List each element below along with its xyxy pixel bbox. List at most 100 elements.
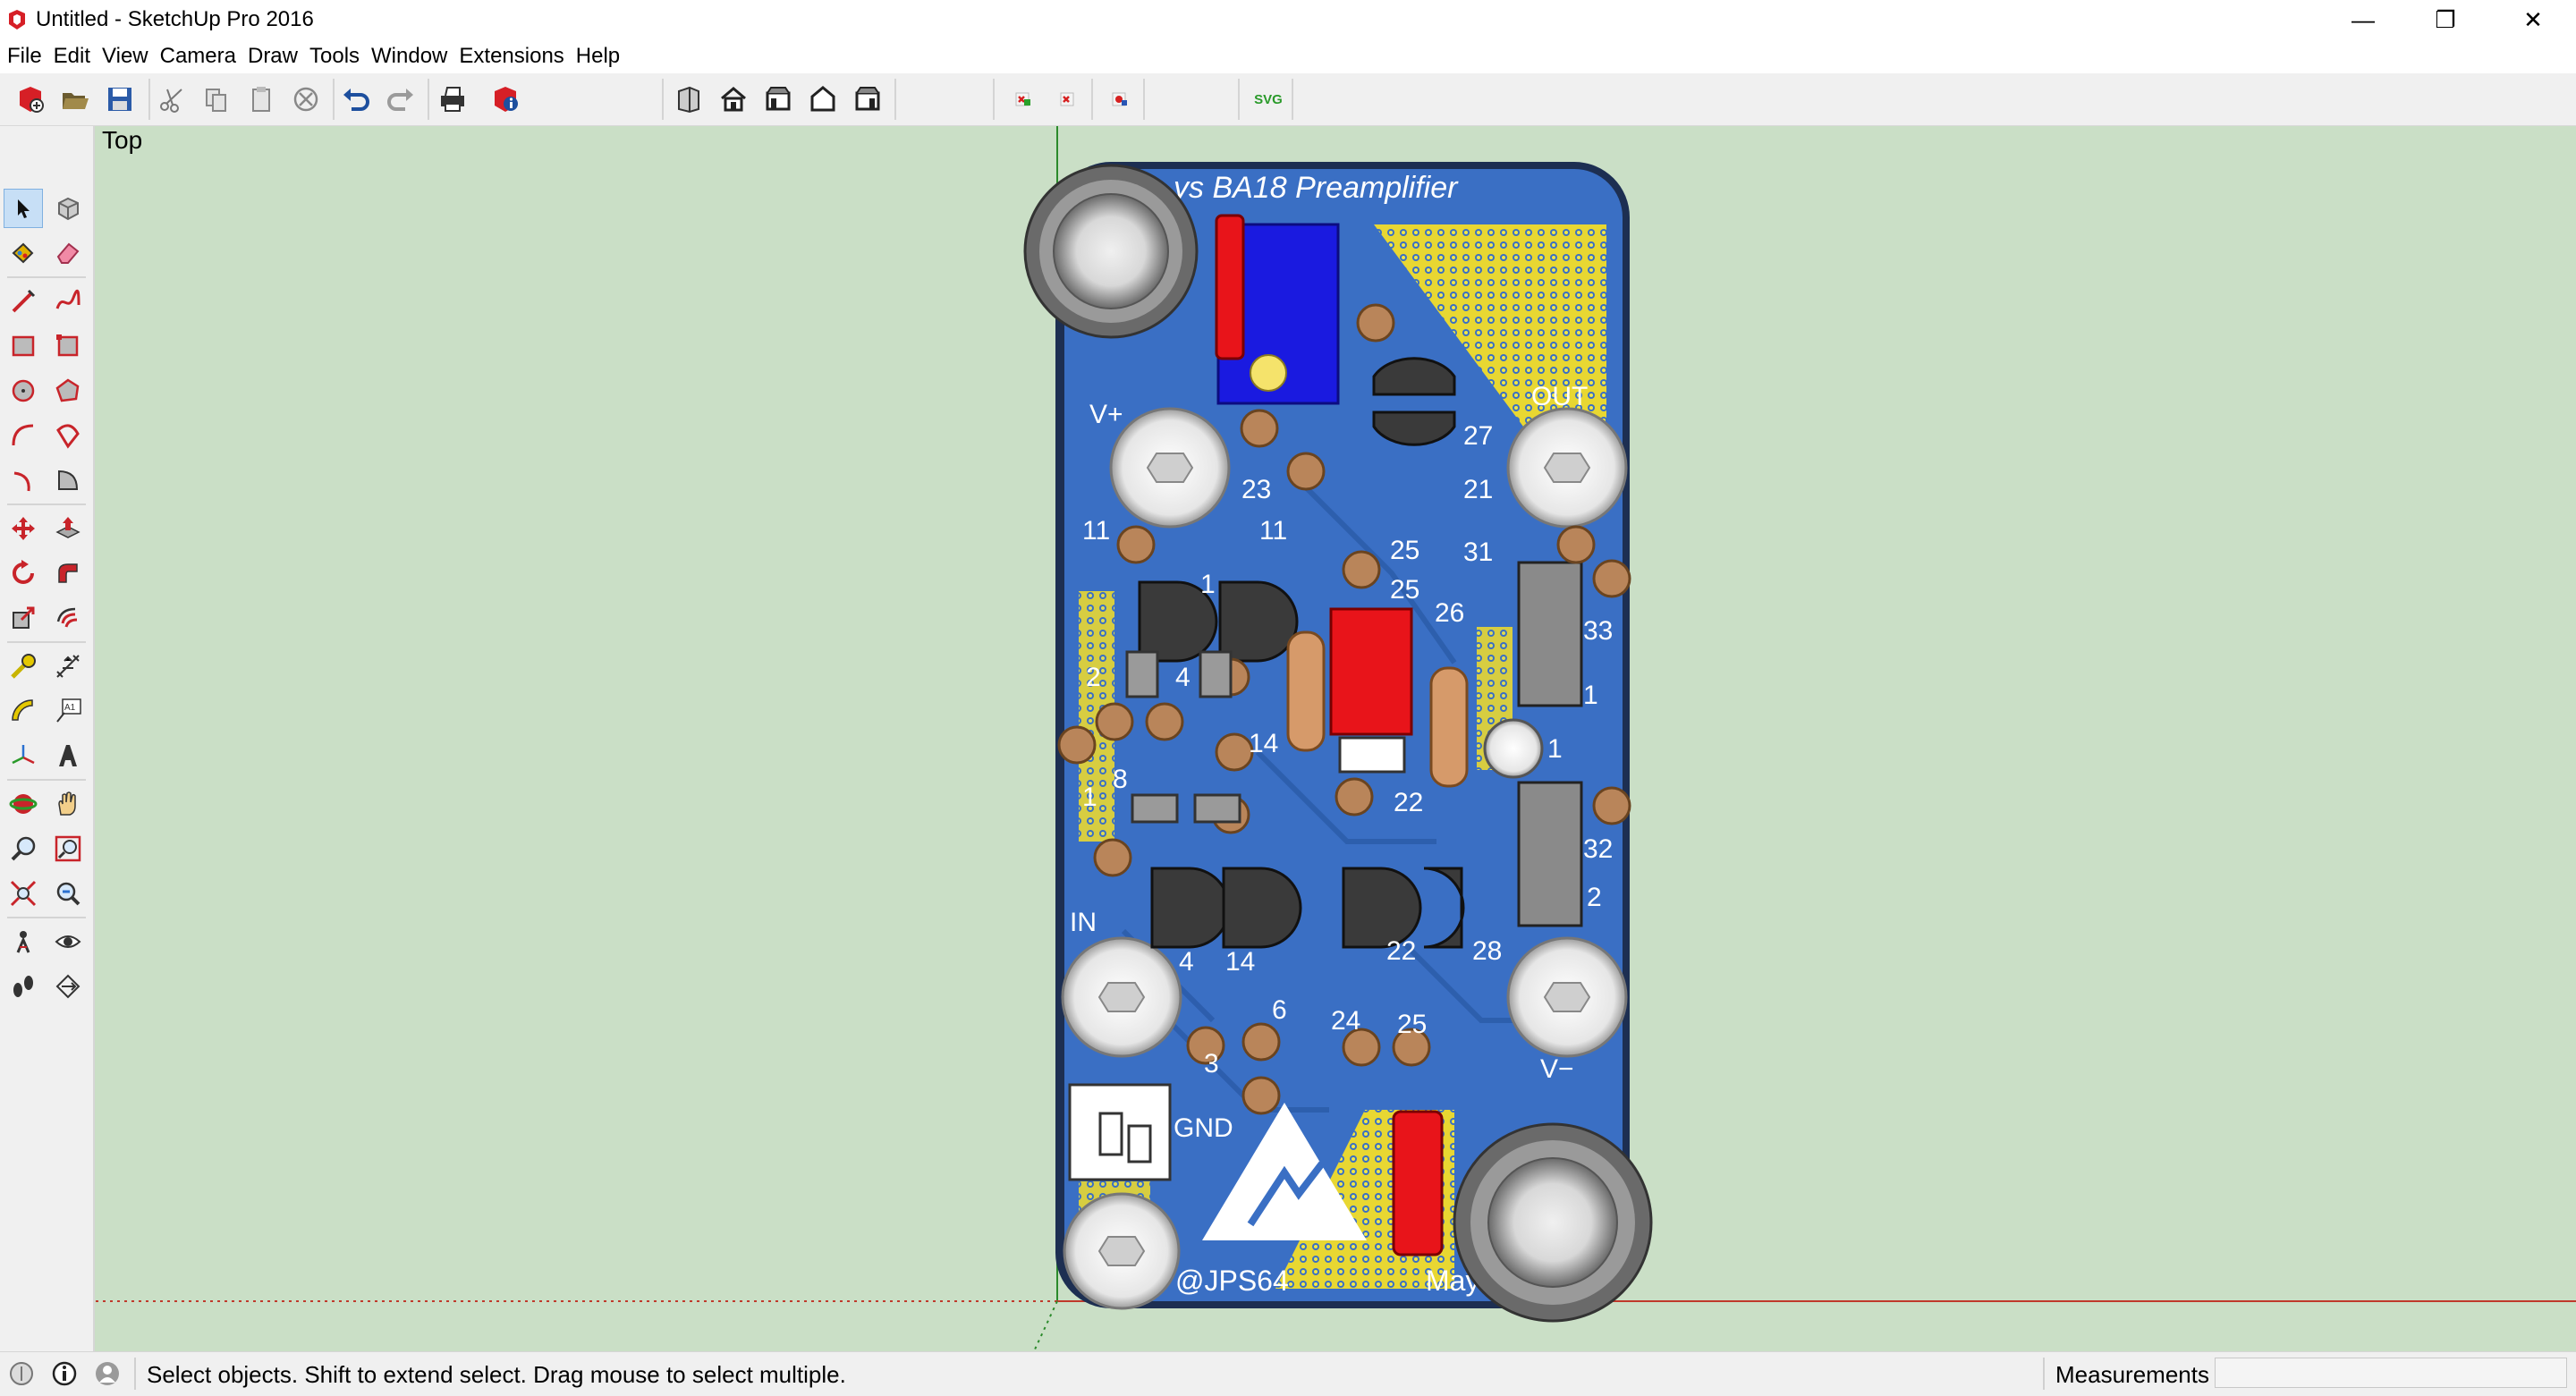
save-button[interactable]: [102, 81, 138, 117]
model-viewport[interactable]: Top ys BA18 Preamplifier V+ OUT IN V− GN…: [95, 126, 2576, 1351]
close-button[interactable]: ✕: [2492, 0, 2574, 39]
section-plane-tool[interactable]: [48, 967, 88, 1006]
ceramic-cap-5[interactable]: [1556, 525, 1596, 564]
ceramic-cap-2[interactable]: [1286, 452, 1326, 491]
rotated-rectangle-tool[interactable]: [48, 326, 88, 366]
circle-tool[interactable]: [4, 371, 43, 410]
smd-component[interactable]: [1338, 736, 1406, 774]
regulator-upper[interactable]: [1517, 561, 1583, 707]
ceramic-cap-13[interactable]: [1093, 838, 1132, 877]
resistor-r2[interactable]: [1429, 666, 1469, 788]
make-component-tool[interactable]: [48, 189, 88, 228]
transistor-q2[interactable]: [1218, 580, 1299, 663]
screw-gnd[interactable]: [1063, 1192, 1181, 1310]
export-green-button[interactable]: [1050, 81, 1086, 117]
follow-me-tool[interactable]: [48, 554, 88, 593]
smd-r3[interactable]: [1131, 793, 1179, 824]
rotate-tool[interactable]: [4, 554, 43, 593]
two-point-arc-tool[interactable]: [48, 416, 88, 455]
measurements-input[interactable]: [2215, 1358, 2567, 1388]
tape-measure-tool[interactable]: [4, 647, 43, 686]
undo-button[interactable]: [338, 81, 374, 117]
paste-button[interactable]: [243, 81, 279, 117]
transistor-q3[interactable]: [1150, 867, 1231, 949]
credits-icon[interactable]: [50, 1359, 79, 1388]
orbit-tool[interactable]: [4, 784, 43, 824]
polygon-tool[interactable]: [48, 371, 88, 410]
copy-button[interactable]: [199, 81, 234, 117]
regulator-lower[interactable]: [1517, 781, 1583, 927]
screw-in[interactable]: [1061, 936, 1182, 1058]
ceramic-cap-6[interactable]: [1592, 559, 1631, 598]
push-pull-tool[interactable]: [48, 509, 88, 548]
scale-tool[interactable]: [4, 598, 43, 638]
print-button[interactable]: [435, 81, 470, 117]
electrolytic-capacitor-bottom[interactable]: [1453, 1122, 1653, 1323]
restore-button[interactable]: ❐: [2404, 0, 2487, 39]
ceramic-cap-1[interactable]: [1240, 409, 1279, 448]
ceramic-cap-20[interactable]: [1335, 777, 1374, 816]
ceramic-cap-7[interactable]: [1592, 786, 1631, 825]
text-tool[interactable]: A1: [48, 691, 88, 731]
paint-bucket-tool[interactable]: [4, 233, 43, 273]
zoom-window-tool[interactable]: [48, 829, 88, 868]
smd-r4[interactable]: [1193, 793, 1241, 824]
axes-tool[interactable]: [4, 736, 43, 775]
select-tool[interactable]: [4, 189, 43, 228]
rectangle-tool[interactable]: [4, 326, 43, 366]
menu-view[interactable]: View: [102, 44, 155, 69]
pie-tool[interactable]: [48, 461, 88, 500]
erase-button[interactable]: [288, 81, 324, 117]
minimize-button[interactable]: —: [2322, 0, 2404, 39]
menu-edit[interactable]: Edit: [54, 44, 97, 69]
screw-v-plus[interactable]: [1109, 407, 1231, 529]
protractor-tool[interactable]: [4, 691, 43, 731]
iso-view-button[interactable]: [671, 81, 707, 117]
ceramic-cap-16[interactable]: [1241, 1022, 1281, 1062]
previous-view-tool[interactable]: [48, 874, 88, 913]
user-account-icon[interactable]: [93, 1359, 122, 1388]
open-button[interactable]: [57, 81, 93, 117]
zoom-extents-tool[interactable]: [4, 874, 43, 913]
dimension-tool[interactable]: [48, 647, 88, 686]
ceramic-cap-21[interactable]: [1356, 303, 1395, 343]
transistor-q4[interactable]: [1222, 867, 1302, 949]
menu-draw[interactable]: Draw: [248, 44, 304, 69]
menu-window[interactable]: Window: [371, 44, 453, 69]
resistor-r1[interactable]: [1286, 630, 1326, 752]
electrolytic-capacitor-top[interactable]: [1023, 164, 1199, 339]
pcb-board-group[interactable]: ys BA18 Preamplifier V+ OUT IN V− GND @J…: [1023, 162, 1653, 1323]
ceramic-cap-8[interactable]: [1057, 725, 1097, 765]
smd-r2[interactable]: [1199, 650, 1233, 698]
menu-help[interactable]: Help: [576, 44, 626, 69]
export-red-button[interactable]: [1005, 81, 1041, 117]
screw-out[interactable]: [1506, 407, 1628, 529]
test-point[interactable]: [1483, 718, 1544, 779]
redo-button[interactable]: [383, 81, 419, 117]
smd-r1[interactable]: [1125, 650, 1159, 698]
ceramic-cap-4[interactable]: [1116, 525, 1156, 564]
red-capacitor-top[interactable]: [1215, 214, 1245, 360]
new-model-button[interactable]: [13, 81, 48, 117]
freehand-tool[interactable]: [48, 282, 88, 321]
arc-tool[interactable]: [4, 416, 43, 455]
move-tool[interactable]: [4, 509, 43, 548]
zoom-tool[interactable]: [4, 829, 43, 868]
cut-button[interactable]: [154, 81, 190, 117]
look-around-tool[interactable]: [48, 922, 88, 961]
line-tool[interactable]: [4, 282, 43, 321]
pan-tool[interactable]: [48, 784, 88, 824]
menu-camera[interactable]: Camera: [160, 44, 242, 69]
offset-tool[interactable]: [48, 598, 88, 638]
screw-v-minus[interactable]: [1506, 936, 1628, 1058]
3d-text-tool[interactable]: [48, 736, 88, 775]
ceramic-cap-17[interactable]: [1241, 1076, 1281, 1115]
model-info-button[interactable]: [488, 81, 524, 117]
export-blue-button[interactable]: [1102, 81, 1138, 117]
top-view-button[interactable]: [716, 81, 751, 117]
menu-tools[interactable]: Tools: [309, 44, 366, 69]
back-view-button[interactable]: [850, 81, 886, 117]
ceramic-cap-9[interactable]: [1095, 702, 1134, 741]
position-camera-tool[interactable]: [4, 922, 43, 961]
right-view-button[interactable]: [805, 81, 841, 117]
